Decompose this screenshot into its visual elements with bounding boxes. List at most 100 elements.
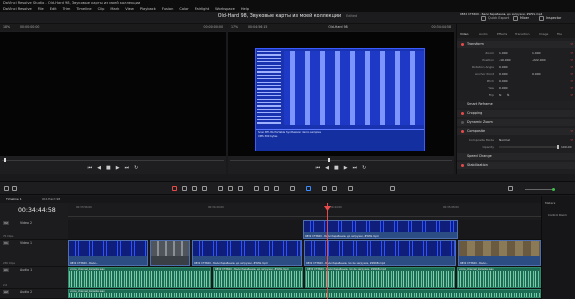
timeline-playhead[interactable] <box>327 203 328 299</box>
tab-audio[interactable]: Audio <box>479 32 488 36</box>
flip-vertical-icon[interactable]: ⇅ <box>507 92 510 98</box>
menu-clip[interactable]: Clip <box>98 7 105 11</box>
position-lock-icon[interactable] <box>274 186 279 191</box>
zoom-y-field[interactable]: 1.000 <box>532 50 541 56</box>
dynamic-trim-icon[interactable] <box>192 186 197 191</box>
zoom-x-field[interactable]: 1.000 <box>499 50 508 56</box>
clip-v1-4[interactable]: 0832 CT3600 - Бали... <box>458 240 541 266</box>
menu-timeline[interactable]: Timeline <box>76 7 91 11</box>
reset-icon[interactable]: ↺ <box>570 78 573 84</box>
track-header-v2[interactable]: V2 Video 2 70 Clips <box>0 220 68 240</box>
menu-trim[interactable]: Trim <box>63 7 71 11</box>
enable-dot-icon[interactable] <box>461 112 464 115</box>
link-icon[interactable] <box>264 186 269 191</box>
timeline-scrubber[interactable] <box>228 158 454 162</box>
reset-icon[interactable]: ↺ <box>570 41 573 48</box>
jump-start-icon[interactable]: ⏮ <box>88 165 93 171</box>
flag-icon[interactable] <box>290 186 295 191</box>
menu-davinci[interactable]: DaVinci Resolve <box>3 7 32 11</box>
stop-icon[interactable]: ■ <box>334 165 339 171</box>
menu-playback[interactable]: Playback <box>140 7 156 11</box>
menu-mark[interactable]: Mark <box>110 7 119 11</box>
timeline-name[interactable]: Old-Hard 98 <box>288 24 388 31</box>
track-lane-a2[interactable]: voice_channel_karaoke.wav <box>68 289 541 299</box>
menu-file[interactable]: File <box>38 7 44 11</box>
master-volume-slider[interactable] <box>525 188 555 191</box>
speaker-icon[interactable] <box>508 186 513 191</box>
zoom-out-icon[interactable] <box>348 186 353 191</box>
section-speed-change[interactable]: Speed Change <box>457 153 575 160</box>
reset-icon[interactable]: ↺ <box>570 128 573 135</box>
timeline-viewer[interactable]: Scan BTI-8A Portable Synthesizer demo sa… <box>228 32 454 156</box>
jump-end-icon[interactable]: ⏭ <box>125 165 130 171</box>
enable-dot-icon[interactable] <box>461 121 464 124</box>
insert-clip-icon[interactable] <box>218 186 223 191</box>
timeline-viewer-playhead[interactable] <box>328 158 330 162</box>
tab-image[interactable]: Image <box>539 32 548 36</box>
loop-icon[interactable]: ↻ <box>134 165 138 171</box>
timeline-zoom[interactable]: 17% <box>231 24 238 31</box>
zoom-full-icon[interactable] <box>322 186 327 191</box>
tab-transition[interactable]: Transition <box>515 32 530 36</box>
replace-clip-icon[interactable] <box>238 186 243 191</box>
play-reverse-icon[interactable]: ◀ <box>97 165 101 171</box>
timeline-ruler[interactable]: 00:33:56:00 00:34:20:00 00:34:44:00 00:3… <box>68 203 541 220</box>
opacity-slider[interactable] <box>499 145 559 149</box>
reset-icon[interactable]: ↺ <box>570 50 573 56</box>
marker-icon[interactable] <box>306 186 311 191</box>
play-icon[interactable]: ▶ <box>344 165 348 171</box>
reset-icon[interactable]: ↺ <box>570 137 573 143</box>
source-playhead[interactable] <box>4 158 6 162</box>
zoom-detail-icon[interactable] <box>332 186 337 191</box>
stop-icon[interactable]: ■ <box>106 165 111 171</box>
section-stabilization[interactable]: Stabilization <box>457 162 575 169</box>
clip-v1-gray[interactable] <box>150 240 190 266</box>
reset-icon[interactable]: ↺ <box>570 71 573 77</box>
composite-mode-select[interactable]: Normal <box>499 137 510 143</box>
source-viewer[interactable] <box>0 32 226 156</box>
menu-fairlight[interactable]: Fairlight <box>195 7 209 11</box>
menu-help[interactable]: Help <box>241 7 249 11</box>
reset-icon[interactable]: ↺ <box>570 57 573 63</box>
track-header-a2[interactable]: A2 Audio 2 <box>0 289 68 299</box>
clip-a1-2[interactable]: 0832 CT3600 - Бали барабанов, до загрузк… <box>213 267 303 288</box>
loop-icon[interactable]: ↻ <box>362 165 366 171</box>
tab-file[interactable]: File <box>557 32 562 36</box>
tab-effects[interactable]: Effects <box>497 32 507 36</box>
layout-icon[interactable] <box>4 186 9 191</box>
clip-a1-4[interactable]: voice_channel_karaoke.wav <box>457 267 541 288</box>
tab-video[interactable]: Video <box>460 32 468 36</box>
clip-a1-1[interactable]: voice_channel_karaoke.wav <box>68 267 211 288</box>
track-header-v1[interactable]: V1 Video 1 236 Clips <box>0 240 68 267</box>
menu-fusion[interactable]: Fusion <box>162 7 174 11</box>
track-lane-v1[interactable]: 0832 CT3600 - Бали... 0832 CT3600 - Бали… <box>68 240 541 267</box>
source-zoom[interactable]: 18% <box>3 24 10 31</box>
enable-dot-icon[interactable] <box>461 43 464 46</box>
yaw-field[interactable]: 0.000 <box>499 85 508 91</box>
jump-start-icon[interactable]: ⏮ <box>316 165 321 171</box>
anchor-y-field[interactable]: 0.000 <box>532 71 541 77</box>
view-options-icon[interactable] <box>12 186 17 191</box>
opacity-field[interactable]: 100.00 <box>561 144 572 150</box>
section-dynamic-zoom[interactable]: Dynamic Zoom <box>457 119 575 126</box>
clip-a2-1[interactable]: voice_channel_karaoke.wav <box>68 289 541 298</box>
menu-view[interactable]: View <box>125 7 134 11</box>
overwrite-clip-icon[interactable] <box>228 186 233 191</box>
reset-icon[interactable]: ↺ <box>570 64 573 70</box>
source-scrubber[interactable] <box>0 158 226 162</box>
rotation-field[interactable]: 0.000 <box>499 64 508 70</box>
track-lane-v2[interactable]: 0832 CT3600 - Бали барабанов, до загрузк… <box>68 220 541 240</box>
section-smart-reframe[interactable]: Smart Reframe <box>457 101 575 108</box>
selection-tool-icon[interactable] <box>172 186 177 191</box>
trim-tool-icon[interactable] <box>182 186 187 191</box>
menu-color[interactable]: Color <box>179 7 188 11</box>
zoom-in-icon[interactable] <box>390 186 395 191</box>
play-icon[interactable]: ▶ <box>116 165 120 171</box>
play-reverse-icon[interactable]: ◀ <box>325 165 329 171</box>
enable-dot-icon[interactable] <box>461 130 464 133</box>
flip-horizontal-icon[interactable]: ⇆ <box>499 92 502 98</box>
clip-v1-2[interactable]: 0832 CT3600 - Бали барабанов, до загрузк… <box>192 240 302 266</box>
reset-icon[interactable]: ↺ <box>570 92 573 98</box>
position-y-field[interactable]: -222.000 <box>532 57 546 63</box>
tab-old-hard-98[interactable]: Old-Hard 98 <box>38 196 64 203</box>
